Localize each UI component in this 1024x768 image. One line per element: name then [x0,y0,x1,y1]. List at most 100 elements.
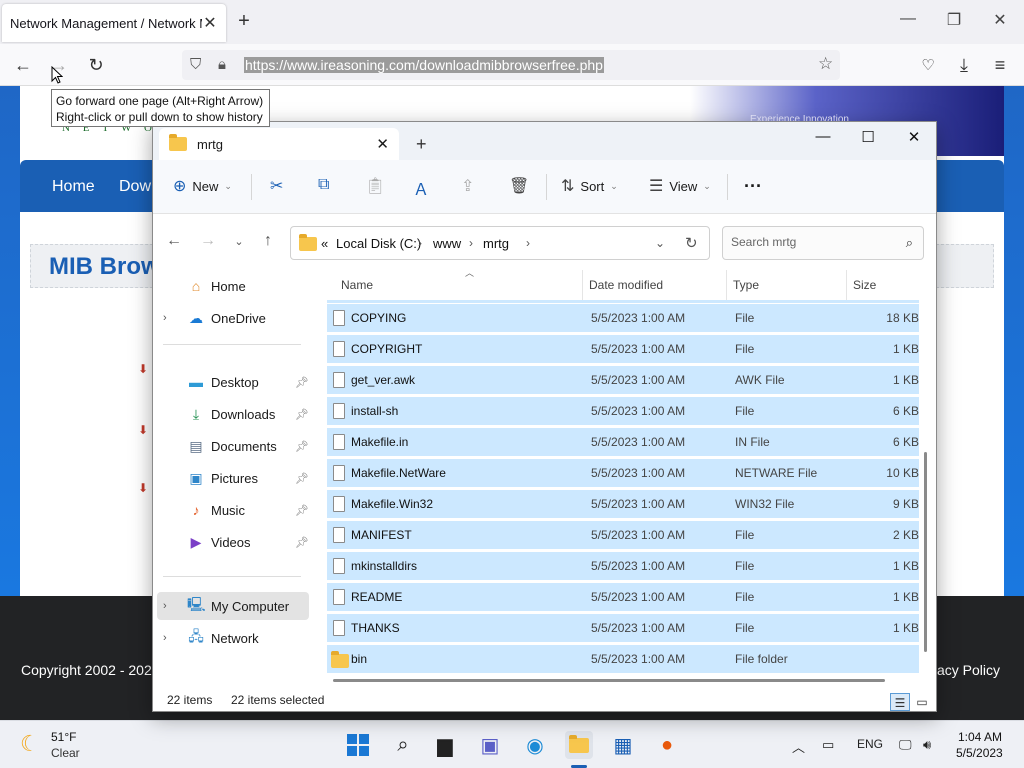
breadcrumb-www[interactable]: www [433,236,461,251]
new-tab-button[interactable]: + [234,10,254,33]
nav-item-videos[interactable]: ▶ Videos 📌︎ [153,528,313,556]
table-row[interactable]: Makefile.Win32 5/5/2023 1:00 AM WIN32 File… [327,490,919,518]
url-text[interactable]: https://www.ireasoning.com/downloadmibbr… [244,57,604,73]
forward-arrow-icon[interactable]: → [199,232,217,250]
table-row[interactable]: COPYING 5/5/2023 1:00 AM File 18 KB [327,304,919,332]
search-icon[interactable]: ⌕ [906,235,913,251]
nav-item-onedrive[interactable]: › ☁ OneDrive [153,304,313,332]
search-icon[interactable]: ⌕ [389,731,417,759]
search-input[interactable] [731,235,891,249]
new-tab-button[interactable]: + [416,134,427,155]
back-arrow-icon[interactable]: ← [165,232,183,250]
chevron-right-icon[interactable]: › [163,312,179,324]
maximize-icon[interactable]: ☐ [858,128,878,146]
breadcrumb-chevron-icon[interactable]: › [418,236,422,250]
pocket-icon[interactable]: ♡ [915,52,941,78]
column-header-date[interactable]: Date modified [583,270,727,300]
network-status-icon[interactable]: 🖵 [899,737,912,753]
column-header-name[interactable]: Name ︿ [335,270,583,300]
paste-button[interactable]: 📋︎ [365,176,385,196]
column-header-type[interactable]: Type [727,270,847,300]
minimize-icon[interactable]: — [898,10,918,28]
download-icon[interactable]: ⬇ [135,362,151,378]
breadcrumb-chevron-icon[interactable]: › [469,236,473,250]
close-window-icon[interactable]: ✕ [990,10,1010,30]
footer-privacy-link[interactable]: vacy Policy [930,662,1000,678]
view-button[interactable]: ☰ View ⌄ [649,176,711,196]
table-row[interactable]: bin 5/5/2023 1:00 AM File folder [327,645,919,673]
copy-button[interactable]: ⧉ [318,176,329,194]
chevron-up-icon[interactable]: ︿ [792,737,805,756]
rename-button[interactable]: Ａ [413,176,429,200]
table-row[interactable]: mkinstalldirs 5/5/2023 1:00 AM File 1 KB [327,552,919,580]
nav-home-link[interactable]: Home [52,178,95,196]
tiles-view-icon[interactable]: ▭ [912,693,932,711]
url-bar[interactable]: ⛉ 🔒︎ https://www.ireasoning.com/download… [182,50,840,80]
menu-icon[interactable]: ≡ [987,52,1013,78]
table-row[interactable]: README 5/5/2023 1:00 AM File 1 KB [327,583,919,611]
nav-item-pictures[interactable]: ▣ Pictures 📌︎ [153,464,313,492]
cut-button[interactable]: ✂ [270,176,283,196]
up-arrow-icon[interactable]: ↑ [259,232,277,250]
share-button[interactable]: ⇪ [461,176,474,196]
more-options-button[interactable]: ··· [744,176,762,197]
breadcrumb-mrtg[interactable]: mrtg [483,236,509,251]
nav-item-documents[interactable]: ▤ Documents 📌︎ [153,432,313,460]
browser-tab[interactable]: Network Management / Network M ✕ [2,4,226,42]
breadcrumb-local-disk[interactable]: Local Disk (C:) [336,236,421,251]
column-header-size[interactable]: Size [847,270,921,300]
table-row[interactable]: MANIFEST 5/5/2023 1:00 AM File 2 KB [327,521,919,549]
breadcrumb-chevron-icon[interactable]: › [526,236,530,250]
horizontal-scrollbar[interactable] [333,679,885,682]
pin-icon[interactable]: 📌︎ [295,376,309,389]
pin-icon[interactable]: 📌︎ [295,440,309,453]
minimize-icon[interactable]: — [813,128,833,145]
close-window-icon[interactable]: ✕ [904,128,924,146]
language-indicator[interactable]: ENG [857,737,883,751]
downloads-icon[interactable]: ⤓ [951,52,977,78]
store-icon[interactable]: ▦ [609,731,637,759]
table-row[interactable]: Makefile.in 5/5/2023 1:00 AM IN File 6 KB [327,428,919,456]
volume-icon[interactable]: 🔊︎ [923,737,931,753]
address-bar[interactable]: « Local Disk (C:) › www › mrtg › ⌄ ↻ [290,226,710,260]
close-icon[interactable]: ✕ [202,13,218,33]
edge-browser-icon[interactable]: ◉ [521,731,549,759]
nav-item-my-computer[interactable]: › 🖳 My Computer [157,592,309,620]
table-row[interactable]: install-sh 5/5/2023 1:00 AM File 6 KB [327,397,919,425]
nav-item-home[interactable]: ⌂ Home [153,272,313,300]
keyboard-icon[interactable]: ▭ [822,737,834,753]
table-row[interactable]: get_ver.awk 5/5/2023 1:00 AM AWK File 1 KB [327,366,919,394]
lock-icon[interactable]: 🔒︎ [218,56,226,73]
reload-icon[interactable]: ↻ [83,52,109,78]
chevron-right-icon[interactable]: › [163,632,179,644]
chevron-right-icon[interactable]: › [163,600,179,612]
nav-item-downloads[interactable]: ⤓ Downloads 📌︎ [153,400,313,428]
shield-icon[interactable]: ⛉ [190,56,201,73]
back-arrow-icon[interactable]: ← [10,52,36,78]
clock-date[interactable]: 5/5/2023 [956,746,1003,760]
close-icon[interactable]: ✕ [376,135,389,153]
delete-button[interactable]: 🗑︎ [509,176,529,196]
address-dropdown-icon[interactable]: ⌄ [655,236,665,250]
weather-condition[interactable]: Clear [51,746,80,760]
task-view-icon[interactable]: ▆ [431,731,459,759]
nav-item-network[interactable]: › 🖧 Network [153,624,313,652]
firefox-icon[interactable]: ● [653,731,681,759]
chat-icon[interactable]: ▣ [476,731,504,759]
explorer-tab[interactable]: mrtg ✕ [159,128,399,160]
table-row[interactable]: Makefile.NetWare 5/5/2023 1:00 AM NETWARE … [327,459,919,487]
nav-download-link[interactable]: Dow [119,178,151,196]
pin-icon[interactable]: 📌︎ [295,504,309,517]
download-icon[interactable]: ⬇ [135,423,151,439]
table-row[interactable]: COPYRIGHT 5/5/2023 1:00 AM File 1 KB [327,335,919,363]
file-explorer-icon[interactable] [565,731,593,759]
pin-icon[interactable]: 📌︎ [295,536,309,549]
clock-time[interactable]: 1:04 AM [958,730,1002,744]
nav-item-desktop[interactable]: ▬ Desktop 📌︎ [153,368,313,396]
moon-weather-icon[interactable]: ☾ [20,731,40,757]
weather-temperature[interactable]: 51°F [51,730,76,744]
recent-locations-icon[interactable]: ⌄ [230,235,248,248]
search-box[interactable]: ⌕ [722,226,924,260]
new-button[interactable]: ⊕ New ⌄ [173,176,232,196]
nav-item-music[interactable]: ♪ Music 📌︎ [153,496,313,524]
